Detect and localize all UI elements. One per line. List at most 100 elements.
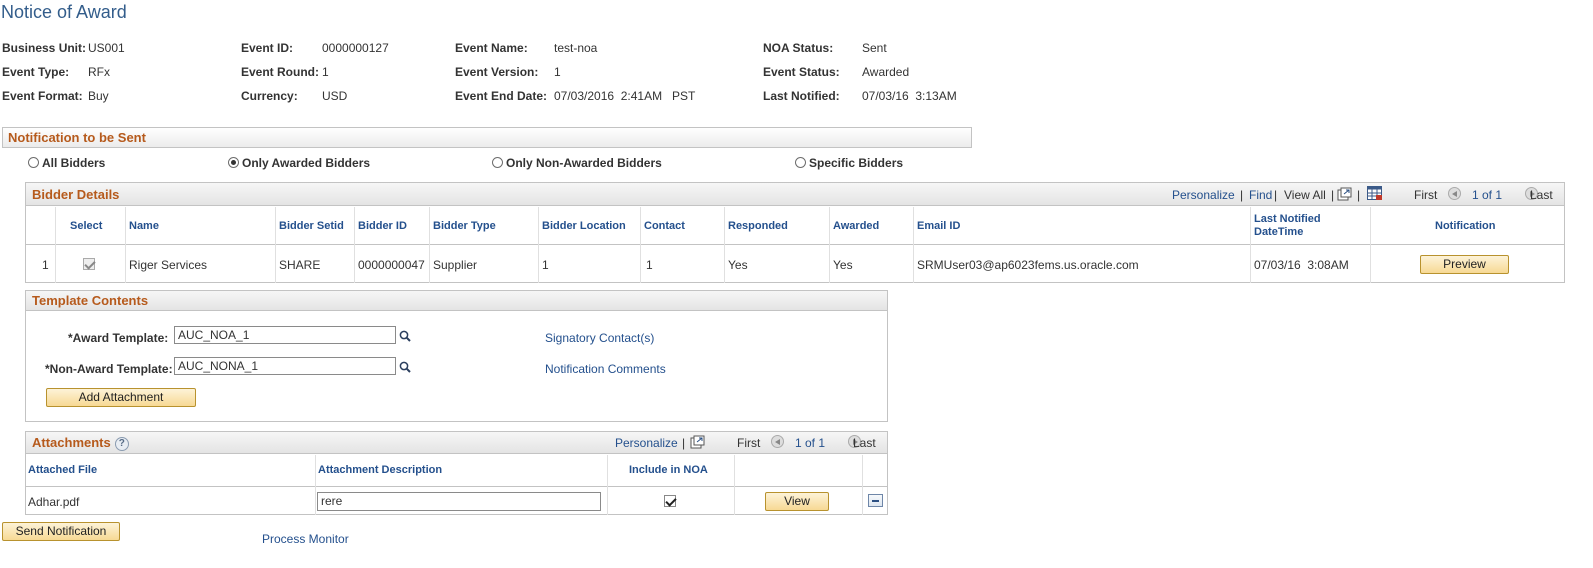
col-attached-file: Attached File [28,464,98,476]
bidder-details-grid: Bidder Details Personalize | Find | View… [25,182,1565,283]
radio-button-icon[interactable] [228,157,239,168]
col-name: Name [129,220,159,232]
include-in-noa-checkbox[interactable] [664,495,676,507]
radio-all-bidders[interactable]: All Bidders [28,156,105,170]
first-label: First [737,436,761,450]
col-last-notified-line1: Last Notified [1254,213,1321,225]
business-unit-value: US001 [88,41,125,55]
currency-value: USD [322,89,348,103]
last-label: Last [1530,188,1553,202]
preview-button[interactable]: Preview [1420,255,1509,274]
event-version-label: Event Version: [455,65,539,79]
view-button[interactable]: View [765,492,829,511]
help-icon[interactable]: ? [114,437,129,451]
radio-button-icon[interactable] [492,157,503,168]
delete-row-icon[interactable] [868,494,883,507]
bidder-name: Riger Services [129,258,208,272]
first-label: First [1414,188,1438,202]
separator: | [1357,188,1361,202]
separator: | [1331,188,1335,202]
col-responded: Responded [728,220,788,232]
bidder-responded: Yes [728,258,748,272]
previous-row-icon[interactable] [1448,187,1461,200]
bidder-email: SRMUser03@ap6023fems.us.oracle.com [917,258,1139,272]
last-notified-label: Last Notified: [763,89,840,103]
find-link[interactable]: Find [1249,188,1272,202]
zoom-grid-icon[interactable] [1337,187,1352,201]
currency-label: Currency: [241,89,298,103]
event-format-label: Event Format: [2,89,83,103]
bidder-grid-column-headers: Select Name Bidder Setid Bidder ID Bidde… [26,207,1564,245]
notification-comments-link[interactable]: Notification Comments [545,362,666,376]
event-type-value: RFx [88,65,110,79]
separator: | [682,436,686,450]
zoom-grid-icon[interactable] [690,435,705,449]
col-awarded: Awarded [833,220,880,232]
last-notified-value: 07/03/16 3:13AM [862,89,957,103]
personalize-link[interactable]: Personalize [1172,188,1235,202]
radio-button-icon[interactable] [795,157,806,168]
download-excel-icon[interactable] [1367,186,1383,201]
select-checkbox[interactable] [83,258,95,270]
bidder-awarded: Yes [833,258,853,272]
separator: | [1240,188,1244,202]
view-all-link[interactable]: View All [1284,188,1326,202]
radio-specific-bidders[interactable]: Specific Bidders [795,156,903,170]
template-contents-box: Template Contents *Award Template: AUC_N… [25,290,888,422]
event-end-date-label: Event End Date: [455,89,548,103]
table-row: Adhar.pdf rere View [26,488,887,515]
non-award-template-input[interactable]: AUC_NONA_1 [174,357,396,375]
search-icon[interactable] [399,361,411,373]
col-bidder-type: Bidder Type [433,220,496,232]
previous-row-icon[interactable] [771,435,784,448]
event-status-value: Awarded [862,65,910,79]
event-name-value: test-noa [554,41,598,55]
col-bidder-setid: Bidder Setid [279,220,344,232]
attachments-grid: Attachments? Personalize | First 1 of 1 … [25,431,888,515]
attachments-grid-header: Attachments? Personalize | First 1 of 1 … [26,432,887,454]
col-include-in-noa: Include in NOA [629,464,708,476]
page-title: Notice of Award [1,2,127,22]
attachments-column-headers: Attached File Attachment Description Inc… [26,455,887,487]
col-last-notified-line2: DateTime [1254,226,1304,238]
event-format-value: Buy [88,89,109,103]
event-end-timezone: PST [672,89,696,103]
radio-label: Only Awarded Bidders [242,156,371,170]
separator: | [1274,188,1278,202]
template-contents-header: Template Contents [26,291,887,311]
radio-only-non-awarded-bidders[interactable]: Only Non-Awarded Bidders [492,156,662,170]
col-bidder-location: Bidder Location [542,220,626,232]
radio-label: Specific Bidders [809,156,904,170]
bidder-grid-title: Bidder Details [32,187,120,202]
radio-only-awarded-bidders[interactable]: Only Awarded Bidders [228,156,370,170]
radio-label: Only Non-Awarded Bidders [506,156,662,170]
row-range: 1 of 1 [1472,188,1503,202]
notification-section-title: Notification to be Sent [8,130,146,145]
attachment-description-input[interactable]: rere [317,492,601,511]
last-label: Last [853,436,876,450]
event-id-value: 0000000127 [322,41,389,55]
personalize-link[interactable]: Personalize [615,436,678,450]
process-monitor-link[interactable]: Process Monitor [262,532,349,546]
col-contact: Contact [644,220,685,232]
event-status-label: Event Status: [763,65,840,79]
attachments-title-wrap: Attachments? [32,435,129,451]
event-version-value: 1 [554,65,561,79]
bidder-location: 1 [542,258,549,272]
radio-button-icon[interactable] [28,157,39,168]
search-icon[interactable] [399,330,411,342]
event-name-label: Event Name: [455,41,528,55]
signatory-contacts-link[interactable]: Signatory Contact(s) [545,331,654,345]
event-end-date-value: 07/03/2016 2:41AM [554,89,663,103]
attachments-title: Attachments [32,435,111,450]
add-attachment-button[interactable]: Add Attachment [46,388,196,407]
business-unit-label: Business Unit: [2,41,87,55]
bidder-grid-header: Bidder Details Personalize | Find | View… [26,183,1564,206]
event-id-label: Event ID: [241,41,294,55]
send-notification-button[interactable]: Send Notification [2,522,120,541]
row-range: 1 of 1 [795,436,826,450]
award-template-input[interactable]: AUC_NOA_1 [174,326,396,344]
attached-file-name: Adhar.pdf [28,495,80,509]
noa-status-value: Sent [862,41,887,55]
table-row: 1 Riger Services SHARE 0000000047 Suppli… [26,246,1564,282]
